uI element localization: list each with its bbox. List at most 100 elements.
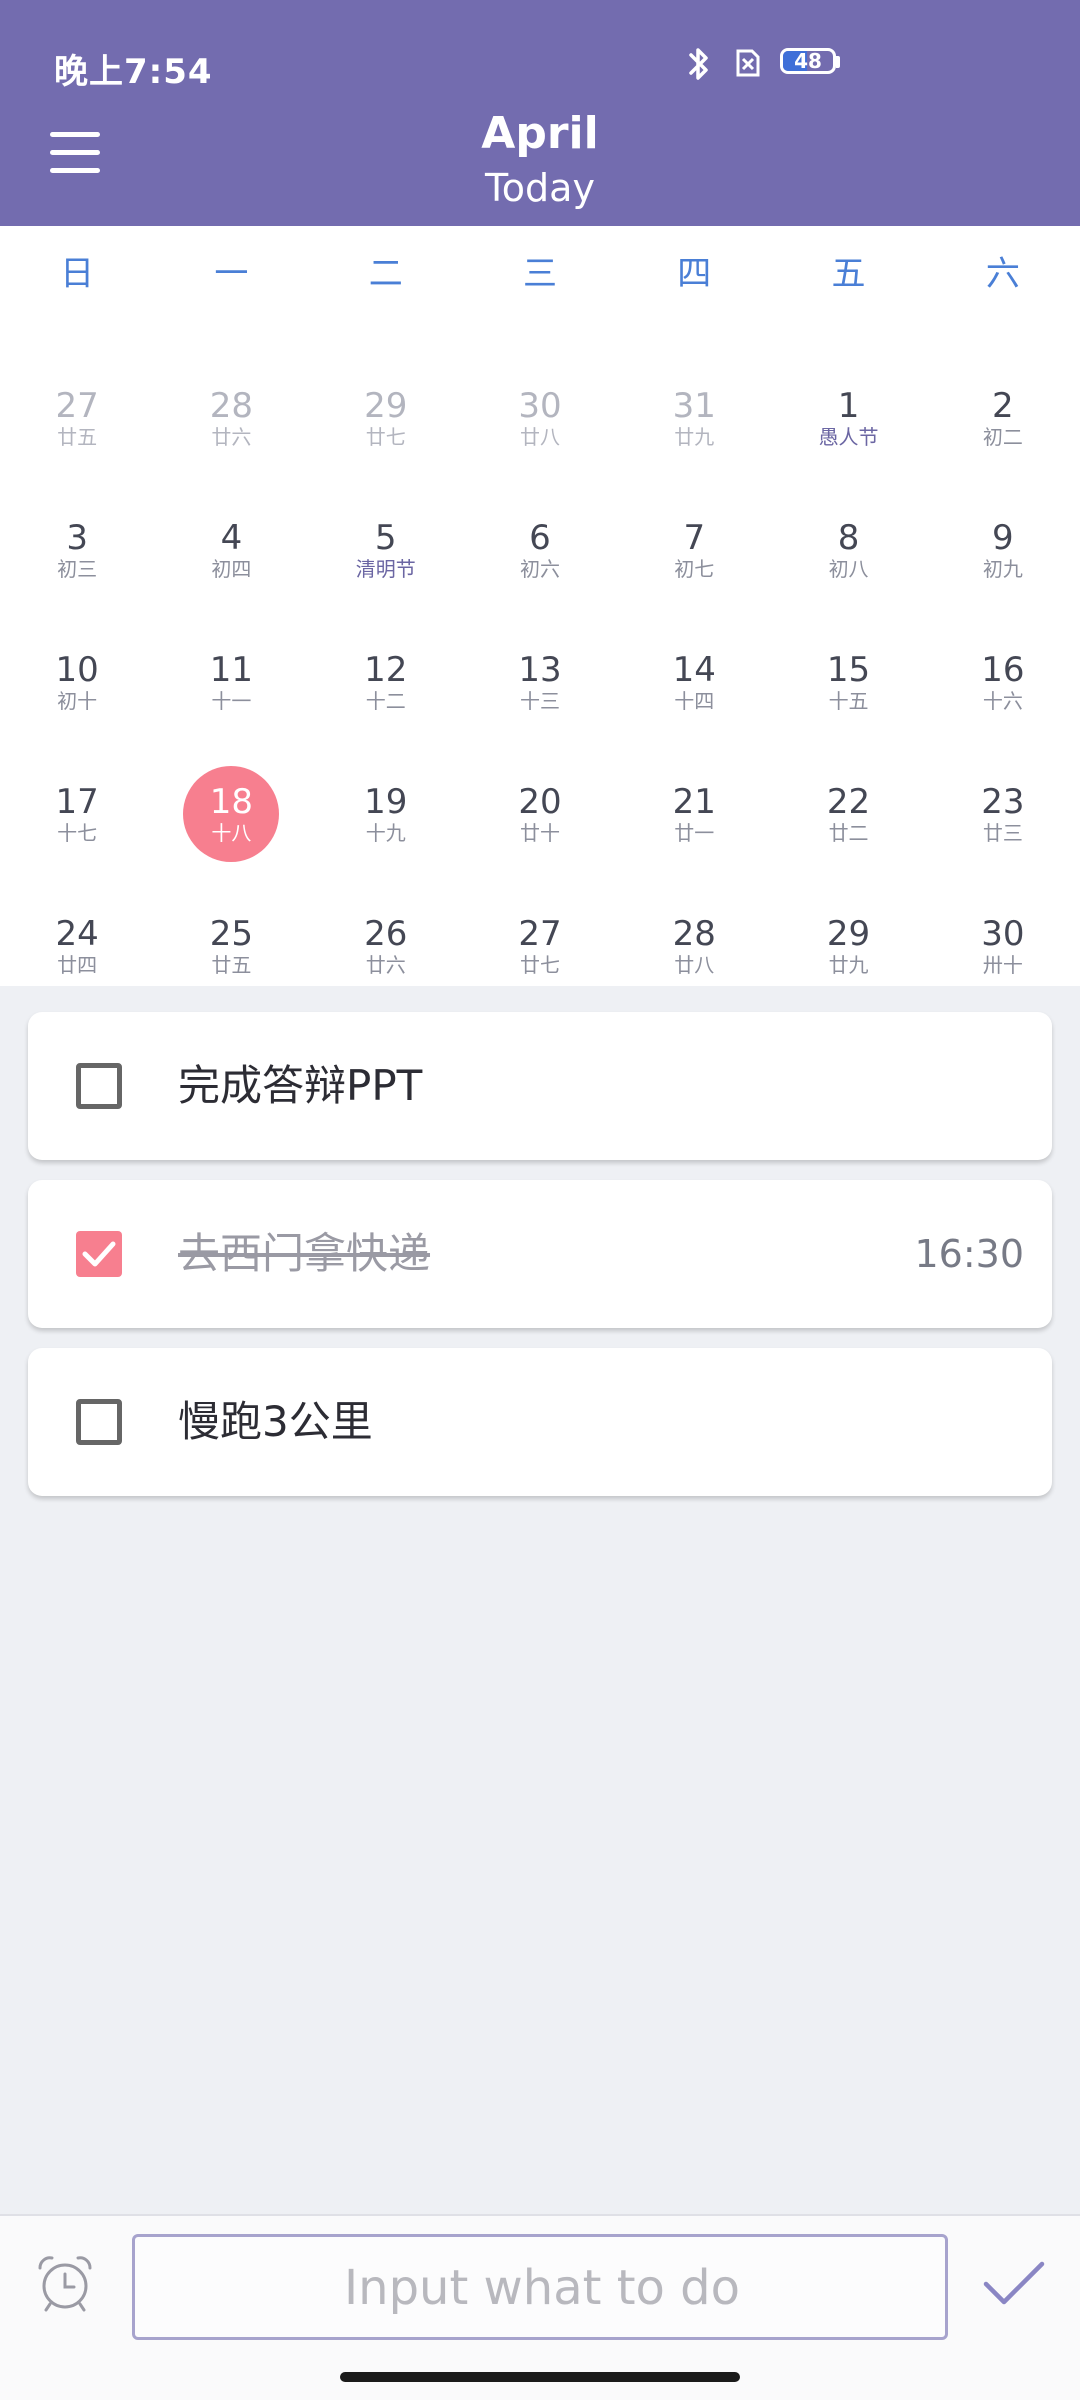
day-number: 15	[826, 650, 871, 690]
weekday-label: 日	[60, 254, 95, 294]
lunar-date: 初七	[674, 557, 715, 581]
lunar-date: 廿二	[828, 821, 869, 845]
calendar-day[interactable]: 19 十九	[309, 748, 463, 880]
calendar-day[interactable]: 7 初七	[617, 484, 771, 616]
lunar-date: 廿八	[519, 425, 560, 449]
lunar-date: 廿四	[57, 953, 98, 977]
day-number: 2	[992, 386, 1014, 426]
calendar-day[interactable]: 2 初二	[926, 352, 1080, 484]
today-button[interactable]: Today	[0, 166, 1080, 210]
lunar-date: 廿九	[828, 953, 869, 977]
lunar-date: 愚人节	[818, 425, 879, 449]
calendar-day[interactable]: 27 廿七	[463, 880, 617, 1012]
lunar-date: 十四	[674, 689, 715, 713]
day-number: 9	[992, 518, 1014, 558]
calendar-day[interactable]: 6 初六	[463, 484, 617, 616]
task-card[interactable]: 去西门拿快递 16:30	[28, 1180, 1052, 1328]
status-time: 晚上7:54	[54, 52, 213, 92]
calendar-day[interactable]: 29 廿七	[309, 352, 463, 484]
checkmark-icon[interactable]	[982, 2256, 1046, 2312]
lunar-date: 廿八	[674, 953, 715, 977]
calendar-day[interactable]: 9 初九	[926, 484, 1080, 616]
task-card[interactable]: 完成答辩PPT	[28, 1012, 1052, 1160]
day-number: 27	[55, 386, 99, 426]
calendar-day[interactable]: 28 廿八	[617, 880, 771, 1012]
day-number: 30	[518, 386, 562, 426]
task-text: 去西门拿快递	[178, 1229, 431, 1278]
calendar-day[interactable]: 22 廿二	[771, 748, 925, 880]
lunar-date: 廿七	[365, 425, 406, 449]
calendar-day[interactable]: 27 廿五	[0, 352, 154, 484]
calendar-day[interactable]: 31 廿九	[617, 352, 771, 484]
day-number: 13	[518, 650, 562, 690]
task-checkbox-checked[interactable]	[76, 1231, 122, 1277]
day-number: 25	[209, 914, 254, 954]
lunar-date: 清明节	[355, 557, 416, 581]
calendar-day[interactable]: 21 廿一	[617, 748, 771, 880]
calendar-day[interactable]: 10 初十	[0, 616, 154, 748]
calendar-day[interactable]: 13 十三	[463, 616, 617, 748]
home-indicator[interactable]	[340, 2372, 740, 2382]
task-text: 完成答辩PPT	[178, 1061, 423, 1110]
day-number: 23	[981, 782, 1025, 822]
task-checkbox[interactable]	[76, 1063, 122, 1109]
calendar-day[interactable]: 30 卅十	[926, 880, 1080, 1012]
weekday-label: 四	[677, 254, 712, 294]
calendar-day[interactable]: 1 愚人节	[771, 352, 925, 484]
task-card[interactable]: 慢跑3公里	[28, 1348, 1052, 1496]
calendar-day[interactable]: 5 清明节	[309, 484, 463, 616]
calendar-day[interactable]: 28 廿六	[154, 352, 308, 484]
day-number: 7	[683, 518, 706, 558]
weekday-header: 日一二三四五六	[0, 226, 1080, 322]
lunar-date: 十二	[365, 689, 406, 713]
lunar-date: 廿七	[519, 953, 560, 977]
calendar-day[interactable]: 25 廿五	[154, 880, 308, 1012]
calendar-day[interactable]: 15 十五	[771, 616, 925, 748]
calendar-day[interactable]: 16 十六	[926, 616, 1080, 748]
lunar-date: 廿五	[57, 425, 98, 449]
calendar-day[interactable]: 8 初八	[771, 484, 925, 616]
day-number: 12	[364, 650, 408, 690]
weekday-label: 六	[985, 254, 1020, 294]
calendar-day[interactable]: 12 十二	[309, 616, 463, 748]
lunar-date: 廿一	[674, 821, 715, 845]
app-header: 晚上7:54 48 April Today	[0, 0, 1080, 226]
calendar-day[interactable]: 11 十一	[154, 616, 308, 748]
check-icon	[82, 1241, 116, 1267]
todo-input-container	[132, 2234, 949, 2340]
lunar-date: 廿六	[365, 953, 406, 977]
day-number: 26	[364, 914, 408, 954]
day-number: 5	[374, 518, 397, 558]
calendar-day[interactable]: 4 初四	[154, 484, 308, 616]
calendar-day[interactable]: 23 廿三	[926, 748, 1080, 880]
calendar-day[interactable]: 24 廿四	[0, 880, 154, 1012]
lunar-date: 十九	[365, 821, 406, 845]
calendar-day[interactable]: 26 廿六	[309, 880, 463, 1012]
battery-terminal	[836, 56, 840, 68]
month-title[interactable]: April	[0, 108, 1080, 159]
lunar-date: 初八	[828, 557, 869, 581]
calendar-day[interactable]: 29 廿九	[771, 880, 925, 1012]
calendar-day[interactable]: 14 十四	[617, 616, 771, 748]
day-number: 6	[529, 518, 551, 558]
weekday-label: 二	[368, 254, 403, 294]
lunar-date: 初十	[57, 689, 98, 713]
lunar-date: 初九	[982, 557, 1023, 581]
day-number: 28	[672, 914, 716, 954]
calendar-day[interactable]: 30 廿八	[463, 352, 617, 484]
lunar-date: 廿九	[674, 425, 715, 449]
day-number: 16	[981, 650, 1025, 690]
todo-input[interactable]	[135, 2237, 949, 2339]
calendar-day[interactable]: 20 廿十	[463, 748, 617, 880]
calendar-day[interactable]: 3 初三	[0, 484, 154, 616]
lunar-date: 十三	[519, 689, 560, 713]
task-time: 16:30	[914, 1232, 1024, 1276]
task-checkbox[interactable]	[76, 1399, 122, 1445]
day-number: 21	[672, 782, 716, 822]
battery-level-text: 48	[794, 49, 822, 73]
day-number: 14	[672, 650, 716, 690]
alarm-clock-icon[interactable]	[34, 2252, 96, 2314]
calendar-day-selected[interactable]: 18 十八	[154, 748, 308, 880]
lunar-date: 初四	[211, 557, 252, 581]
calendar-day[interactable]: 17 十七	[0, 748, 154, 880]
